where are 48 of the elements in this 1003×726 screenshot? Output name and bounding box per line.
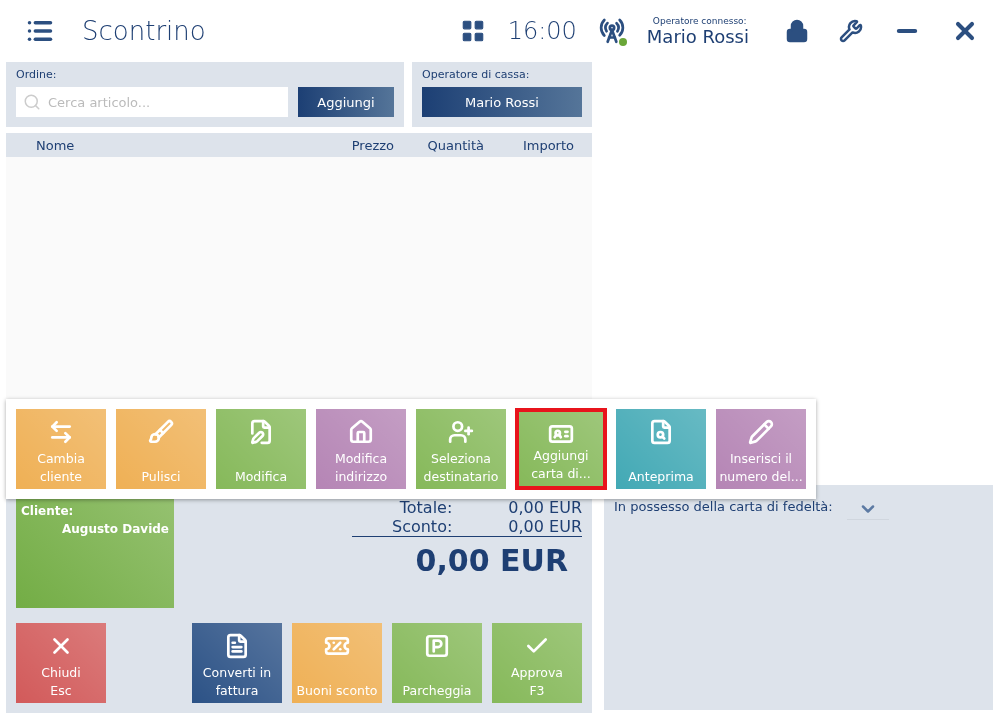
customer-label: Cliente:	[21, 504, 75, 518]
discount-label: Sconto:	[392, 517, 453, 536]
page-title: Scontrino	[82, 16, 207, 46]
parking-icon	[424, 633, 450, 659]
search-icon	[23, 93, 41, 111]
broom-icon	[148, 419, 174, 445]
house-icon	[348, 419, 374, 445]
wrench-icon[interactable]	[839, 19, 863, 43]
order-label: Ordine:	[16, 68, 58, 81]
operator-label: Operatore connesso:	[652, 15, 747, 26]
antenna-icon	[598, 18, 625, 44]
pencil-icon	[748, 419, 774, 445]
lock-icon[interactable]	[785, 19, 809, 43]
document-search-icon	[648, 419, 674, 445]
search-field[interactable]: Cerca articolo...	[16, 87, 288, 117]
add-button[interactable]: Aggiungi	[298, 87, 394, 117]
column-header: Quantità	[426, 137, 484, 153]
column-header: Nome	[36, 137, 76, 153]
total-value: 0,00 EUR	[508, 498, 582, 517]
action-tile[interactable]: Approva F3	[492, 623, 582, 703]
action-tile[interactable]: Inserisci il numero del...	[716, 409, 806, 489]
action-tile[interactable]: Modifica	[216, 409, 306, 489]
cashier-button[interactable]: Mario Rossi	[422, 87, 582, 117]
cashier-label: Operatore di cassa:	[422, 68, 531, 81]
edit-document-icon	[248, 419, 274, 445]
person-plus-icon	[448, 419, 474, 445]
loyalty-label: In possesso della carta di fedeltà:	[614, 499, 833, 514]
document-icon	[224, 633, 250, 659]
column-header: Importo	[521, 137, 574, 153]
grand-total: 0,00 EUR	[352, 536, 582, 578]
action-tile[interactable]: Modifica indirizzo	[316, 409, 406, 489]
action-tile[interactable]: Converti in fattura	[192, 623, 282, 703]
action-tile[interactable]: Anteprima	[616, 409, 706, 489]
discount-value: 0,00 EUR	[508, 517, 582, 536]
clock-time: 16:00	[507, 17, 577, 45]
total-label: Totale:	[399, 498, 453, 517]
arrows-icon	[48, 419, 74, 445]
action-tile[interactable]: Cambia cliente	[16, 409, 106, 489]
column-header: Prezzo	[350, 137, 394, 153]
action-tile[interactable]: Seleziona destinatario	[416, 409, 506, 489]
action-tile[interactable]: Aggiungi carta di...	[516, 409, 606, 489]
customer-card[interactable]: Cliente: Augusto Davide	[16, 498, 174, 608]
customer-name: Augusto Davide	[62, 522, 169, 536]
operator-name: Mario Rossi	[646, 25, 749, 47]
action-tile[interactable]: Parcheggia	[392, 623, 482, 703]
action-tile[interactable]: Pulisci	[116, 409, 206, 489]
action-tile[interactable]: Buoni sconto	[292, 623, 382, 703]
action-tile[interactable]: Chiudi Esc	[16, 623, 106, 703]
